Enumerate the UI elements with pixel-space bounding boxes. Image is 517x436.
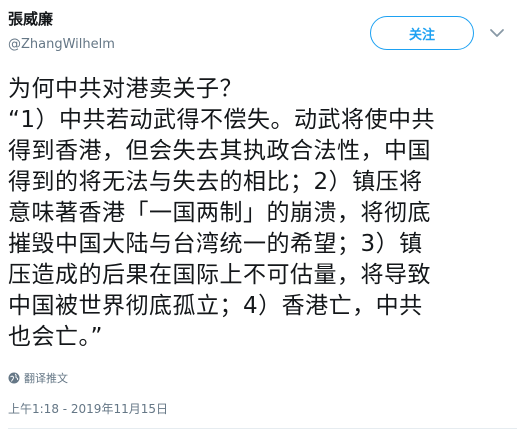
- author-handle[interactable]: @ZhangWilhelm: [8, 36, 115, 54]
- author-display-name[interactable]: 張威廉: [8, 9, 53, 29]
- translate-tweet-link[interactable]: 翻译推文: [8, 370, 68, 386]
- tweet-text-line: 压造成的后果在国际上不可估量，将导致: [8, 262, 431, 288]
- tweet-text-line: 为何中共对港卖关子？: [8, 76, 243, 102]
- tweet-text: 为何中共对港卖关子？ “1）中共若动武得不偿失。动武将使中共 得到香港，但会失去…: [8, 74, 510, 353]
- tweet-text-line: 意味著香港「一国两制」的崩溃，将彻底: [8, 200, 431, 226]
- tweet-text-line: 摧毁中国大陆与台湾统一的希望；3）镇: [8, 231, 423, 257]
- tweet-card: 張威廉 @ZhangWilhelm 关注 为何中共对港卖关子？ “1）中共若动武…: [0, 0, 517, 436]
- tweet-text-line: 得到的将无法与失去的相比；2）镇压将: [8, 169, 423, 195]
- tweet-timestamp[interactable]: 上午1:18 - 2019年11月15日: [8, 400, 168, 417]
- follow-button-label: 关注: [408, 27, 435, 43]
- follow-button[interactable]: 关注: [370, 16, 474, 50]
- tweet-text-line: 中国被世界彻底孤立；4）香港亡，中共: [8, 293, 423, 319]
- globe-icon: [8, 372, 20, 384]
- tweet-text-line: “1）中共若动武得不偿失。动武将使中共: [8, 107, 436, 133]
- tweet-text-line: 也会亡。”: [8, 324, 103, 350]
- tweet-text-line: 得到香港，但会失去其执政合法性，中国: [8, 138, 431, 164]
- translate-label: 翻译推文: [24, 372, 68, 385]
- divider: [8, 428, 517, 429]
- chevron-down-icon[interactable]: [488, 24, 506, 42]
